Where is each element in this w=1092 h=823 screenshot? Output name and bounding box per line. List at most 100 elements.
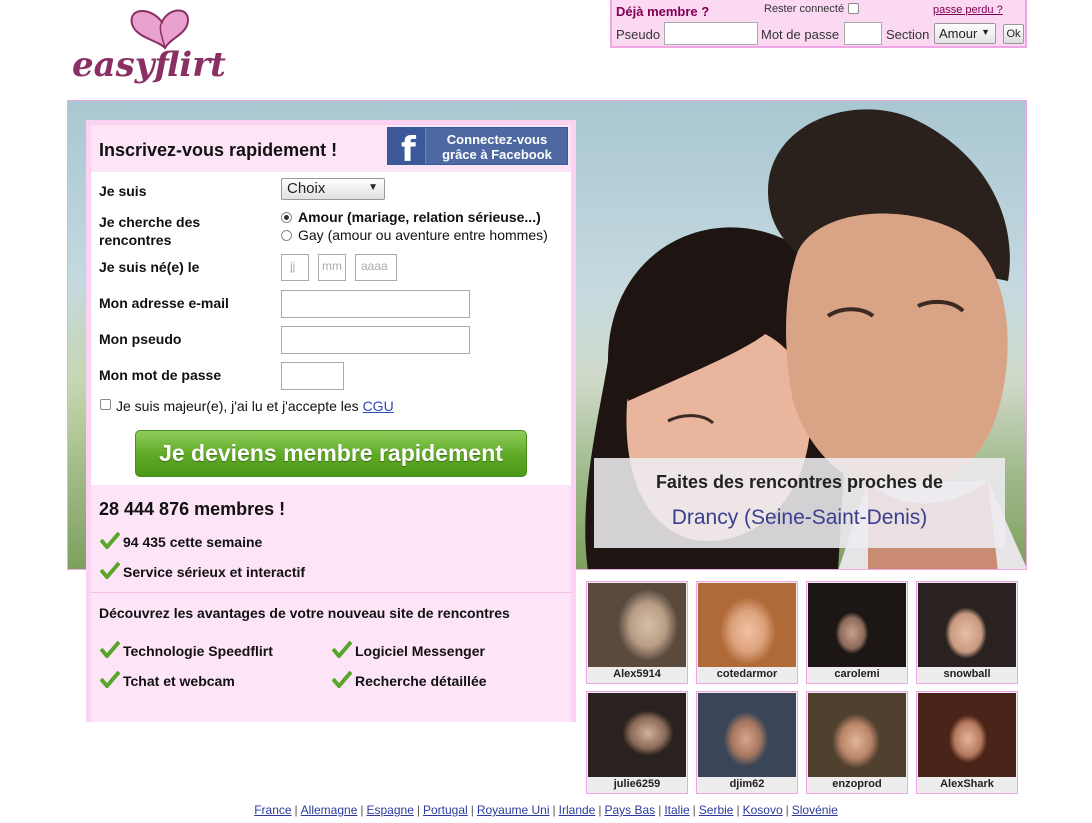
login-title: Déjà membre ? <box>616 4 710 19</box>
password-field[interactable] <box>281 362 344 390</box>
password-label: Mon mot de passe <box>99 367 222 383</box>
profile-photo <box>588 583 686 668</box>
check-icon <box>100 561 120 579</box>
login-password-label: Mot de passe <box>761 27 840 42</box>
profile-name: enzoprod <box>808 777 906 792</box>
advantages-title: Découvrez les avantages de votre nouveau… <box>99 605 510 621</box>
looking-for-label: Je cherche des rencontres <box>99 214 201 248</box>
login-panel: Déjà membre ? Rester connecté passe perd… <box>610 0 1027 48</box>
pseudo-field[interactable] <box>281 326 470 354</box>
country-link[interactable]: Serbie <box>699 803 734 817</box>
option-gay-label[interactable]: Gay (amour ou aventure entre hommes) <box>298 227 548 243</box>
gender-select[interactable]: Choix ▼ <box>281 178 385 200</box>
profile-card[interactable]: AlexShark <box>916 691 1018 794</box>
country-link[interactable]: Italie <box>664 803 689 817</box>
radio-love[interactable] <box>281 212 292 223</box>
terms-label: Je suis majeur(e), j'ai lu et j'accepte … <box>116 398 359 414</box>
profile-photo <box>808 583 906 668</box>
profile-card[interactable]: carolemi <box>806 581 908 684</box>
pseudo-label: Mon pseudo <box>99 331 182 347</box>
country-link[interactable]: France <box>254 803 291 817</box>
profile-photo <box>918 583 1016 668</box>
signup-submit-button[interactable]: Je deviens membre rapidement <box>135 430 527 477</box>
country-links: France | Allemagne | Espagne | Portugal | Royaum… <box>254 803 838 817</box>
check-icon <box>332 640 352 658</box>
login-pseudo-input[interactable] <box>664 22 758 45</box>
birth-month-input[interactable]: mm <box>318 254 346 281</box>
profile-photo <box>808 693 906 778</box>
birthdate-label: Je suis né(e) le <box>99 259 200 275</box>
profile-card[interactable]: djim62 <box>696 691 798 794</box>
terms-text: Je suis majeur(e), j'ai lu et j'accepte … <box>116 398 394 414</box>
easyflirt-logo[interactable]: easyflirt <box>70 4 255 96</box>
gender-label: Je suis <box>99 183 147 199</box>
profile-card[interactable]: snowball <box>916 581 1018 684</box>
country-link[interactable]: Irlande <box>559 803 596 817</box>
facebook-label-line2: grâce à Facebook <box>442 147 552 162</box>
chevron-down-icon: ▼ <box>368 182 378 193</box>
check-icon <box>100 640 120 658</box>
nearby-city-box: Faites des rencontres proches de Drancy … <box>594 458 1005 548</box>
profile-name: cotedarmor <box>698 667 796 682</box>
login-ok-button[interactable]: Ok <box>1003 24 1024 44</box>
option-love-label[interactable]: Amour (mariage, relation sérieuse...) <box>298 209 541 225</box>
divider <box>91 592 571 593</box>
facebook-label-line1: Connectez-vous <box>446 132 548 147</box>
profile-name: AlexShark <box>918 777 1016 792</box>
profile-photo <box>698 583 796 668</box>
profile-photo <box>588 693 686 778</box>
advantage-item: Recherche détaillée <box>355 673 487 689</box>
butterfly-heart-icon: easyflirt <box>72 9 226 85</box>
country-link[interactable]: Portugal <box>423 803 468 817</box>
profile-card[interactable]: enzoprod <box>806 691 908 794</box>
remember-checkbox[interactable] <box>848 3 860 14</box>
facebook-button-label: Connectez-vous grâce à Facebook <box>428 132 566 162</box>
signup-title: Inscrivez-vous rapidement ! <box>99 140 338 160</box>
service-text: Service sérieux et interactif <box>123 564 306 580</box>
check-icon <box>100 670 120 688</box>
signup-header: Inscrivez-vous rapidement ! f Connectez-… <box>91 125 571 172</box>
profile-name: djim62 <box>698 777 796 792</box>
radio-gay[interactable] <box>281 230 292 241</box>
advantage-item: Technologie Speedflirt <box>123 643 273 659</box>
lost-password-link[interactable]: passe perdu ? <box>933 4 1003 16</box>
profile-photo <box>918 693 1016 778</box>
country-link[interactable]: Espagne <box>367 803 414 817</box>
facebook-icon: f <box>388 128 426 170</box>
members-count: 28 444 876 membres ! <box>99 499 286 519</box>
remember-me[interactable]: Rester connecté <box>764 3 860 15</box>
country-link[interactable]: Slovénie <box>792 803 838 817</box>
birth-year-input[interactable]: aaaa <box>355 254 397 281</box>
advantage-item: Tchat et webcam <box>123 673 235 689</box>
profile-card[interactable]: cotedarmor <box>696 581 798 684</box>
profile-photo <box>698 693 796 778</box>
login-password-input[interactable] <box>844 22 882 45</box>
birth-day-input[interactable]: jj <box>281 254 309 281</box>
profile-card[interactable]: Alex5914 <box>586 581 688 684</box>
members-stats: 28 444 876 membres ! 94 435 cette semain… <box>91 485 571 722</box>
country-link[interactable]: Pays Bas <box>604 803 655 817</box>
gender-value: Choix <box>287 180 326 197</box>
terms-checkbox[interactable] <box>100 399 111 410</box>
email-field[interactable] <box>281 290 470 318</box>
profile-name: Alex5914 <box>588 667 686 682</box>
section-select[interactable]: Amour ▼ <box>934 23 996 44</box>
country-link[interactable]: Allemagne <box>301 803 358 817</box>
chevron-down-icon: ▼ <box>981 27 990 37</box>
remember-label: Rester connecté <box>764 3 845 15</box>
facebook-connect-button[interactable]: f Connectez-vous grâce à Facebook <box>387 127 568 170</box>
country-link[interactable]: Kosovo <box>743 803 783 817</box>
logo-text: easyflirt <box>72 45 226 85</box>
section-label: Section <box>886 27 930 42</box>
country-link[interactable]: Royaume Uni <box>477 803 550 817</box>
login-pseudo-label: Pseudo <box>616 27 661 42</box>
section-value: Amour <box>939 26 978 41</box>
profile-name: julie6259 <box>588 777 686 792</box>
advantage-item: Logiciel Messenger <box>355 643 485 659</box>
signup-form: Inscrivez-vous rapidement ! f Connectez-… <box>86 120 576 722</box>
cgu-link[interactable]: CGU <box>363 398 394 414</box>
weekly-count: 94 435 cette semaine <box>123 534 263 550</box>
email-label: Mon adresse e-mail <box>99 295 229 311</box>
check-icon <box>100 531 120 549</box>
profile-card[interactable]: julie6259 <box>586 691 688 794</box>
